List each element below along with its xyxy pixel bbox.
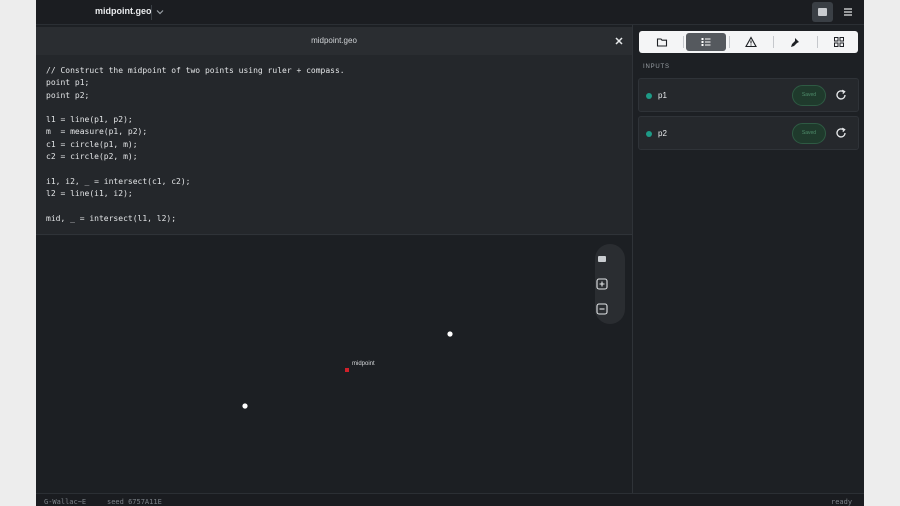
code-line: c1 = circle(p1, m); bbox=[46, 139, 138, 149]
sidebar: INPUTS p1 Saved p2 Saved bbox=[633, 25, 864, 493]
list-icon bbox=[701, 38, 711, 46]
close-icon[interactable] bbox=[613, 35, 625, 47]
input-name: p1 bbox=[658, 91, 667, 100]
status-bar: G-Wallac~E seed 6757A11E ready bbox=[36, 493, 864, 506]
status-ready: ready bbox=[831, 498, 853, 506]
midpoint-label: midpoint bbox=[352, 361, 375, 367]
toolbar-divider bbox=[729, 36, 730, 48]
point-p1[interactable] bbox=[242, 403, 248, 409]
chevron-down-icon[interactable] bbox=[154, 6, 166, 18]
pin-icon bbox=[791, 38, 799, 47]
midpoint-marker[interactable] bbox=[345, 368, 349, 372]
code-line: // Construct the midpoint of two points … bbox=[46, 66, 345, 75]
tool-folder[interactable] bbox=[642, 33, 682, 51]
canvas-svg: midpoint bbox=[242, 331, 453, 409]
code-line: m = measure(p1, p2); bbox=[46, 127, 148, 137]
tool-grid[interactable] bbox=[819, 33, 859, 51]
refresh-icon[interactable] bbox=[835, 127, 847, 139]
status-badge[interactable]: Saved bbox=[792, 85, 826, 106]
input-row-p2[interactable]: p2 Saved bbox=[638, 116, 859, 150]
code-line: mid, _ = intersect(l1, l2); bbox=[46, 213, 177, 223]
code-area[interactable]: // Construct the midpoint of two points … bbox=[46, 65, 626, 225]
code-line: point p2; bbox=[46, 90, 90, 100]
sidebar-toolbar bbox=[639, 31, 858, 53]
zoom-in-icon[interactable] bbox=[595, 277, 609, 291]
toolbar-divider bbox=[683, 36, 684, 48]
editor-header: midpoint.geo bbox=[36, 27, 632, 55]
code-line: l1 = line(p1, p2); bbox=[46, 115, 133, 125]
app-window: midpoint.geo midpoint.geo // Construct t… bbox=[36, 0, 864, 506]
preview-button[interactable] bbox=[812, 2, 833, 22]
hamburger-menu-icon[interactable] bbox=[842, 6, 854, 18]
code-line: i1, i2, _ = intersect(c1, c2); bbox=[46, 176, 191, 186]
tool-warnings[interactable] bbox=[731, 33, 771, 51]
status-seed: seed 6757A11E bbox=[107, 498, 162, 506]
code-line: c2 = circle(p2, m); bbox=[46, 152, 138, 162]
input-row-p1[interactable]: p1 Saved bbox=[638, 78, 859, 112]
code-editor[interactable]: midpoint.geo // Construct the midpoint o… bbox=[36, 27, 632, 235]
tool-list[interactable] bbox=[686, 33, 726, 51]
grid-icon bbox=[834, 37, 844, 47]
inputs-section-label: INPUTS bbox=[643, 64, 670, 70]
geometry-canvas[interactable]: midpoint bbox=[36, 236, 632, 493]
status-badge[interactable]: Saved bbox=[792, 123, 826, 144]
editor-tab-title: midpoint.geo bbox=[311, 36, 357, 45]
toolbar-divider bbox=[817, 36, 818, 48]
tool-pin[interactable] bbox=[775, 33, 815, 51]
top-bar: midpoint.geo bbox=[36, 0, 864, 25]
fit-icon[interactable] bbox=[595, 252, 609, 266]
status-dot bbox=[646, 131, 652, 137]
input-name: p2 bbox=[658, 129, 667, 138]
code-line: point p1; bbox=[46, 78, 90, 88]
code-line: l2 = line(i1, i2); bbox=[46, 188, 133, 198]
file-title: midpoint.geo bbox=[95, 6, 152, 16]
zoom-controls bbox=[595, 244, 625, 324]
status-user: G-Wallac~E bbox=[44, 498, 87, 506]
toolbar-divider bbox=[773, 36, 774, 48]
status-dot bbox=[646, 93, 652, 99]
zoom-out-icon[interactable] bbox=[595, 302, 609, 316]
warning-icon bbox=[745, 36, 757, 48]
preview-icon bbox=[818, 8, 827, 16]
folder-icon bbox=[656, 38, 668, 47]
point-p2[interactable] bbox=[447, 331, 453, 337]
refresh-icon[interactable] bbox=[835, 89, 847, 101]
title-divider bbox=[151, 5, 152, 20]
